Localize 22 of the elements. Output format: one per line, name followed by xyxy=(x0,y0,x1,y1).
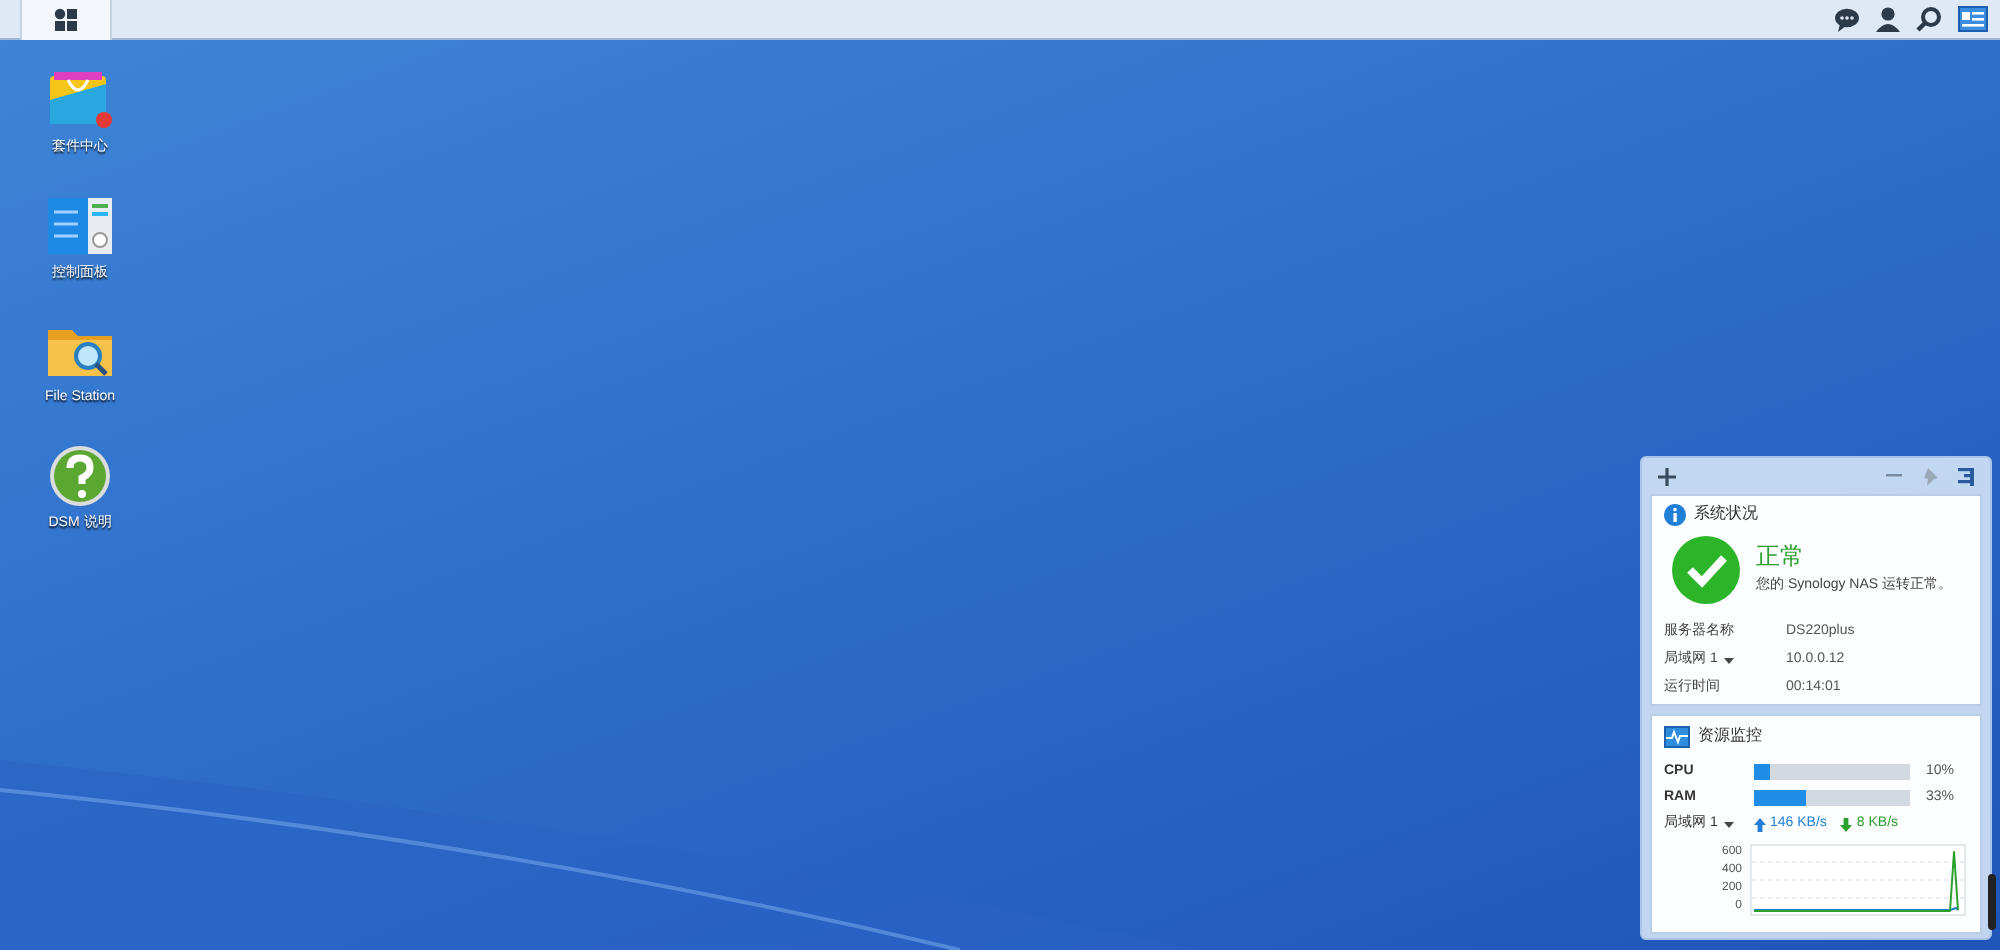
shopping-bag-icon[interactable] xyxy=(46,68,114,132)
control-panel-icon[interactable] xyxy=(46,193,114,257)
widget-icon[interactable] xyxy=(1958,6,1988,32)
question-mark-icon[interactable] xyxy=(48,443,112,507)
add-icon[interactable] xyxy=(1658,467,1676,485)
download-arrow-icon xyxy=(1840,818,1853,832)
card-title: 资源监控 xyxy=(1698,724,1762,748)
caret-icon[interactable] xyxy=(1723,822,1734,828)
card-title: 系统状况 xyxy=(1694,502,1758,526)
search-icon[interactable] xyxy=(1916,6,1942,32)
chat-icon[interactable] xyxy=(1834,7,1860,31)
scrollbar xyxy=(1988,874,1996,930)
apps-grid-icon xyxy=(54,7,78,31)
check-icon xyxy=(1672,536,1740,604)
widget-list-icon[interactable] xyxy=(1958,467,1974,485)
main-menu-button[interactable] xyxy=(20,0,112,39)
caret-icon[interactable] xyxy=(1723,657,1734,663)
pulse-icon xyxy=(1664,725,1690,747)
status-text: 正常 xyxy=(1756,542,1806,571)
user-icon[interactable] xyxy=(1876,6,1900,32)
info-icon xyxy=(1664,503,1686,525)
upload-arrow-icon xyxy=(1754,818,1766,832)
